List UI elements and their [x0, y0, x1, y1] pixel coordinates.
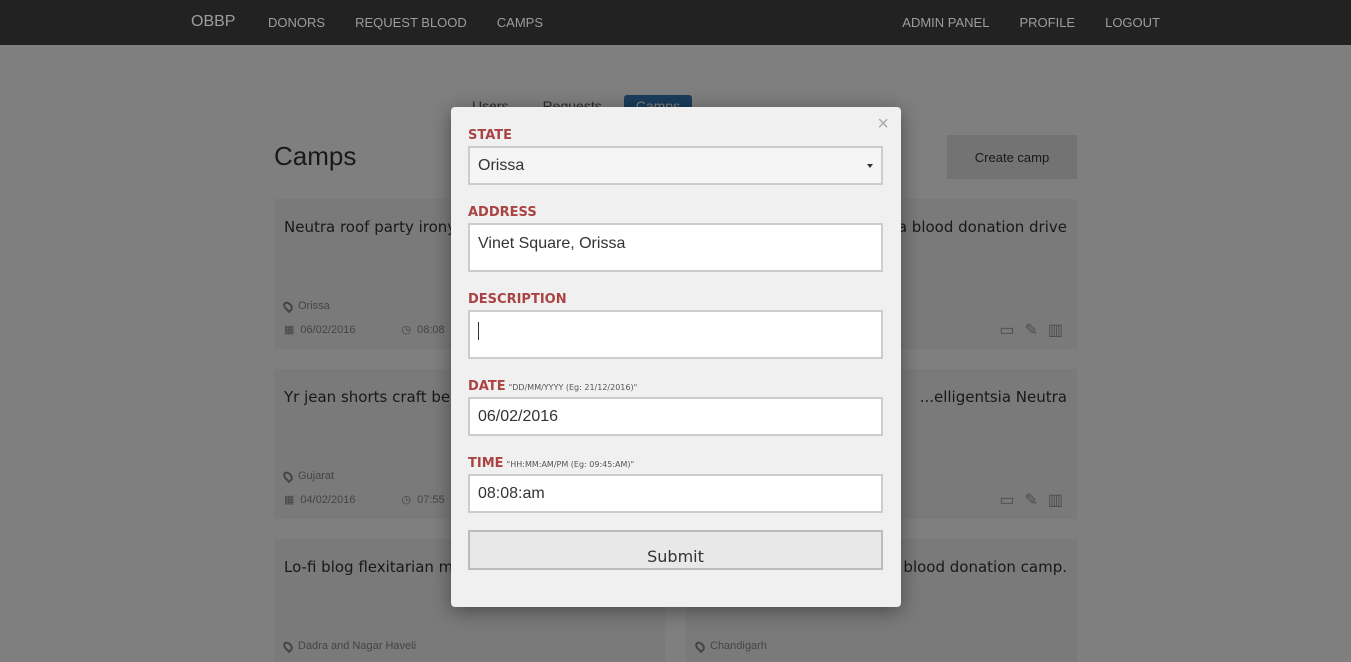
close-icon[interactable]: ×	[877, 113, 889, 136]
description-textarea[interactable]	[468, 310, 883, 359]
state-select[interactable]: Orissa	[468, 146, 883, 185]
state-value: Orissa	[478, 156, 525, 174]
nav-admin-panel[interactable]: ADMIN PANEL	[902, 15, 989, 30]
time-label-text: TIME	[468, 456, 504, 471]
nav-left: DONORS REQUEST BLOOD CAMPS	[268, 15, 543, 30]
date-input[interactable]: 06/02/2016	[468, 397, 883, 436]
brand-logo[interactable]: OBBP	[191, 13, 235, 31]
submit-button[interactable]: Submit	[468, 530, 883, 570]
nav-camps[interactable]: CAMPS	[497, 15, 543, 30]
top-navbar: OBBP DONORS REQUEST BLOOD CAMPS ADMIN PA…	[0, 0, 1351, 45]
address-value: Vinet Square, Orissa	[478, 235, 626, 252]
nav-donors[interactable]: DONORS	[268, 15, 325, 30]
create-camp-modal: × STATE Orissa ADDRESS Vinet Square, Ori…	[451, 107, 901, 607]
text-cursor	[478, 322, 479, 340]
nav-request-blood[interactable]: REQUEST BLOOD	[355, 15, 467, 30]
time-input[interactable]: 08:08:am	[468, 474, 883, 513]
time-label: TIME "HH:MM:AM/PM (Eg: 09:45:AM)"	[468, 456, 634, 471]
nav-profile[interactable]: PROFILE	[1019, 15, 1075, 30]
date-label: DATE "DD/MM/YYYY (Eg: 21/12/2016)"	[468, 379, 637, 394]
address-label: ADDRESS	[468, 205, 537, 220]
caret-down-icon	[867, 163, 873, 168]
date-value: 06/02/2016	[478, 407, 559, 425]
description-label: DESCRIPTION	[468, 292, 567, 307]
nav-right: ADMIN PANEL PROFILE LOGOUT	[902, 15, 1160, 30]
nav-logout[interactable]: LOGOUT	[1105, 15, 1160, 30]
address-textarea[interactable]: Vinet Square, Orissa	[468, 223, 883, 272]
state-label: STATE	[468, 128, 513, 143]
date-label-text: DATE	[468, 379, 506, 394]
time-hint: "HH:MM:AM/PM (Eg: 09:45:AM)"	[506, 460, 635, 469]
date-hint: "DD/MM/YYYY (Eg: 21/12/2016)"	[508, 383, 638, 392]
time-value: 08:08:am	[478, 484, 545, 502]
